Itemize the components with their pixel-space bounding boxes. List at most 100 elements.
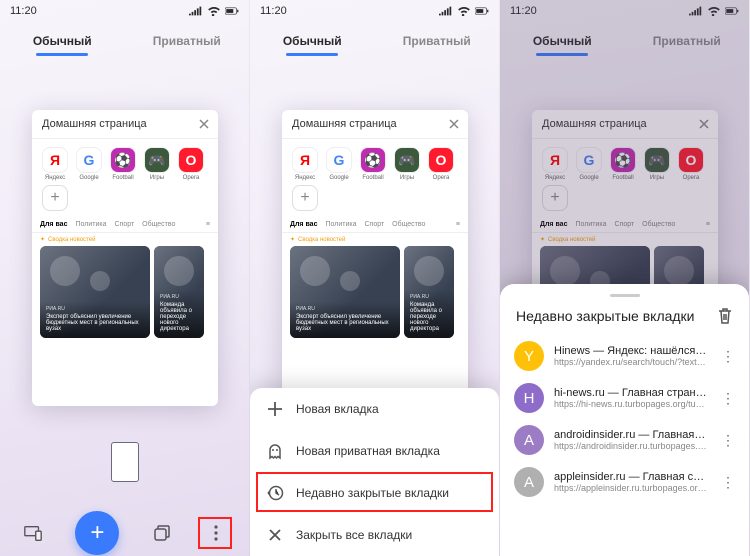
item-menu-icon[interactable]: ⋮ [717,474,739,491]
add-speed-dial[interactable]: + [290,185,320,211]
tab-preview-card[interactable]: Домашняя страница ЯЯндексGGoogle⚽Footbal… [32,110,218,406]
tab-normal[interactable]: Обычный [250,28,375,56]
feed-tabs: Для вас Политика Спорт Общество ≡ [282,215,468,233]
item-menu-icon[interactable]: ⋮ [717,348,739,365]
recent-item[interactable]: YHinews — Яндекс: нашёлся 31 мл...https:… [500,335,749,377]
item-menu-icon[interactable]: ⋮ [717,432,739,449]
close-icon[interactable] [198,118,210,130]
feed-tab[interactable]: Для вас [540,221,567,228]
avatar: Y [514,341,544,371]
add-speed-dial[interactable]: + [40,185,70,211]
card-title: Домашняя страница [42,118,147,130]
speed-dial-item[interactable]: ЯЯндекс [540,147,570,181]
sync-button[interactable] [21,521,45,545]
news-card[interactable]: РИА.RUКоманда объявила о переходе нового… [404,246,454,338]
status-icons [189,6,239,16]
tab-normal[interactable]: Обычный [0,28,125,56]
menu-new-private-tab[interactable]: Новая приватная вкладка [250,430,499,472]
phone-screen-1: 11:20 Обычный Приватный Домашняя страниц… [0,0,250,556]
speed-dial-item[interactable]: 🎮Игры [142,147,172,181]
speed-dial-item[interactable]: ЯЯндекс [40,147,70,181]
feed-tab[interactable]: Спорт [614,221,634,228]
feed-tabs: Для вас Политика Спорт Общество ≡ [32,215,218,233]
speed-dial: ЯЯндексGGoogle⚽Football🎮ИгрыOOpera + [32,139,218,215]
speed-dial-item[interactable]: GGoogle [324,147,354,181]
card-title: Домашняя страница [542,118,647,130]
speed-dial-item[interactable]: GGoogle [74,147,104,181]
recent-item[interactable]: Aappleinsider.ru — Главная стра...https:… [500,461,749,503]
feed-tab[interactable]: Спорт [364,221,384,228]
menu-new-tab[interactable]: Новая вкладка [250,388,499,430]
status-bar: 11:20 [0,0,249,22]
close-icon[interactable] [698,118,710,130]
more-menu-button[interactable] [204,521,228,545]
mode-tabs: Обычный Приватный [0,22,249,56]
feed-tab[interactable]: Политика [575,221,606,228]
tab-private[interactable]: Приватный [625,28,750,56]
tab-thumbnail[interactable] [111,442,139,482]
feed-menu-icon[interactable]: ≡ [706,221,710,228]
speed-dial-item[interactable]: OOpera [676,147,706,181]
tab-normal[interactable]: Обычный [500,28,625,56]
speed-dial-item[interactable]: GGoogle [574,147,604,181]
battery-icon [225,6,239,16]
item-menu-icon[interactable]: ⋮ [717,390,739,407]
recent-url: https://appleinsider.ru.turbopages.org/.… [554,483,707,493]
speed-dial-item[interactable]: 🎮Игры [642,147,672,181]
phone-screen-3: 11:20 Обычный Приватный Домашняя страниц… [500,0,750,556]
mode-tabs: Обычный Приватный [250,22,499,56]
menu-label: Новая приватная вкладка [296,444,440,458]
battery-icon [725,6,739,16]
speed-dial-item[interactable]: ЯЯндекс [290,147,320,181]
sheet-title: Недавно закрытые вкладки [516,308,695,324]
feed-tabs: Для вас Политика Спорт Общество ≡ [532,215,718,233]
recent-title: hi-news.ru — Главная страница [554,387,707,399]
history-icon [266,484,284,502]
close-icon [266,526,284,544]
speed-dial-item[interactable]: ⚽Football [108,147,138,181]
trash-icon[interactable] [717,307,733,325]
new-tab-fab[interactable]: + [75,511,119,555]
feed-menu-icon[interactable]: ≡ [456,221,460,228]
tab-preview-card[interactable]: Домашняя страница ЯЯндексGGoogle⚽Footbal… [282,110,468,406]
menu-label: Недавно закрытые вкладки [296,486,449,500]
speed-dial-item[interactable]: ⚽Football [358,147,388,181]
sheet-handle[interactable] [610,294,640,297]
status-bar: 11:20 [500,0,749,22]
close-icon[interactable] [448,118,460,130]
news-card[interactable]: РИА.RUЭксперт объяснил увеличение бюджет… [40,246,150,338]
news-card[interactable]: РИА.RUЭксперт объяснил увеличение бюджет… [290,246,400,338]
speed-dial: ЯЯндексGGoogle⚽Football🎮ИгрыOOpera + [282,139,468,215]
recent-item[interactable]: Hhi-news.ru — Главная страницаhttps://hi… [500,377,749,419]
menu-close-all[interactable]: Закрыть все вкладки [250,514,499,556]
tab-private[interactable]: Приватный [125,28,250,56]
feed-tab[interactable]: Политика [325,221,356,228]
speed-dial-item[interactable]: ⚽Football [608,147,638,181]
feed-tab[interactable]: Для вас [290,221,317,228]
speed-dial-item[interactable]: 🎮Игры [392,147,422,181]
recently-closed-sheet: Недавно закрытые вкладки Y Hinews — Яндек… [500,284,749,556]
feed-subtitle: ✦Сводка новостей [532,233,718,246]
tab-private[interactable]: Приватный [375,28,500,56]
feed-tab[interactable]: Политика [75,221,106,228]
recent-title: Hinews — Яндекс: нашёлся 31 мл... [554,345,707,357]
news-card[interactable]: РИА.RUКоманда объявила о переходе нового… [154,246,204,338]
add-speed-dial[interactable]: + [540,185,570,211]
tabs-button[interactable] [150,521,174,545]
recent-item[interactable]: Aandroidinsider.ru — Главная стр...https… [500,419,749,461]
status-bar: 11:20 [250,0,499,22]
feed-tab[interactable]: Общество [142,221,175,228]
feed-tab[interactable]: Для вас [40,221,67,228]
feed-tab[interactable]: Общество [392,221,425,228]
card-header: Домашняя страница [32,110,218,139]
speed-dial-item[interactable]: OOpera [426,147,456,181]
menu-label: Новая вкладка [296,402,379,416]
recent-url: https://androidinsider.ru.turbopages.org… [554,441,707,451]
feed-tab[interactable]: Общество [642,221,675,228]
phone-screen-2: 11:20 Обычный Приватный Домашняя страниц… [250,0,500,556]
feed-tab[interactable]: Спорт [114,221,134,228]
menu-recently-closed[interactable]: Недавно закрытые вкладки [250,472,499,514]
feed-menu-icon[interactable]: ≡ [206,221,210,228]
bottom-bar: + [0,510,249,556]
speed-dial-item[interactable]: OOpera [176,147,206,181]
